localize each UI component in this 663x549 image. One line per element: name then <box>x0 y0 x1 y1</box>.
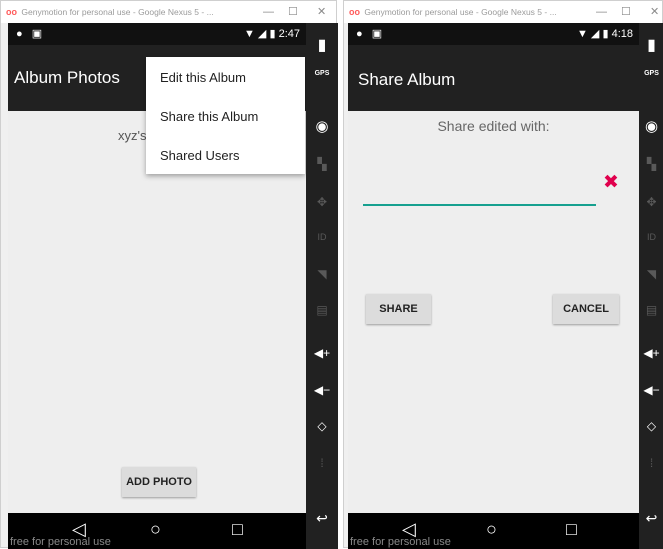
status-bar: ● ▣ ▼ ◢ ▮ 4:18 <box>348 23 639 45</box>
minimize-button[interactable]: — <box>263 1 274 23</box>
recents-icon[interactable]: □ <box>232 519 243 540</box>
input-underline <box>363 204 596 206</box>
battery-widget-icon[interactable]: ▮ <box>306 35 338 55</box>
share-user-input[interactable] <box>363 183 596 203</box>
clapper-icon: ▚ <box>317 157 327 171</box>
genymotion-sidebar: ▮ GPS ◉ ▚ ✥ ID ◥ ▤ ◀+ ◀− ◇ ⁞ ↩ <box>306 23 338 549</box>
watermark-text: free for personal use <box>10 536 111 548</box>
clapper-icon: ▚ <box>646 157 657 171</box>
scale-icon: ⁞ <box>649 456 654 470</box>
rotate-icon[interactable]: ◇ <box>639 419 663 433</box>
app-bar-title: Share Album <box>358 70 456 89</box>
rss-icon: ◥ <box>646 267 657 281</box>
location-icon: ● <box>16 28 23 40</box>
menu-item-shared-users[interactable]: Shared Users <box>160 148 239 163</box>
cancel-button[interactable]: CANCEL <box>553 294 619 324</box>
maximize-button[interactable]: ☐ <box>288 1 298 23</box>
minimize-button[interactable]: — <box>596 1 607 23</box>
rotate-icon[interactable]: ◇ <box>306 419 338 433</box>
add-photo-button[interactable]: ADD PHOTO <box>122 467 196 497</box>
signal-icon: ◢ <box>257 28 267 40</box>
status-time: 4:18 <box>611 28 633 40</box>
genymotion-sidebar: ▮ GPS ◉ ▚ ✥ ID ◥ ▤ ◀+ ◀− ◇ ⁞ ↩ <box>639 23 663 549</box>
id-icon: ID <box>317 232 327 242</box>
home-icon[interactable]: ○ <box>486 519 497 540</box>
android-screen: ● ▣ ▼ ◢ ▮ 2:47 Album Photos xyz's Edit t… <box>8 23 306 549</box>
gps-icon[interactable]: GPS <box>306 70 338 77</box>
share-button[interactable]: SHARE <box>366 294 431 324</box>
share-prompt: Share edited with: <box>437 118 550 134</box>
dpad-icon: ✥ <box>316 195 328 209</box>
wifi-icon: ▼ <box>243 28 255 40</box>
genymotion-window-left: oo Genymotion for personal use - Google … <box>0 0 338 549</box>
battery-widget-icon[interactable]: ▮ <box>639 35 663 55</box>
window-title: Genymotion for personal use - Google Nex… <box>21 7 214 17</box>
nav-bar: ◁ ○ □ free for personal use <box>8 513 306 549</box>
window-titlebar[interactable]: oo Genymotion for personal use - Google … <box>344 1 662 23</box>
signal-icon: ◢ <box>590 28 600 40</box>
back-sidebar-icon[interactable]: ↩ <box>306 510 338 527</box>
menu-item-edit-album[interactable]: Edit this Album <box>160 70 246 85</box>
camera-icon[interactable]: ◉ <box>639 117 663 135</box>
window-title: Genymotion for personal use - Google Nex… <box>364 7 557 17</box>
close-button[interactable]: ✕ <box>317 1 326 23</box>
recents-icon[interactable]: □ <box>566 519 577 540</box>
genymotion-logo: oo <box>349 7 360 17</box>
image-icon: ▣ <box>371 28 383 40</box>
volume-up-icon[interactable]: ◀+ <box>306 346 338 360</box>
sms-icon: ▤ <box>316 303 328 317</box>
rss-icon: ◥ <box>317 267 327 281</box>
album-owner-text: xyz's <box>118 128 147 143</box>
nav-bar: ◁ ○ □ free for personal use <box>348 513 639 549</box>
battery-icon: ▮ <box>602 28 609 40</box>
dpad-icon: ✥ <box>646 195 657 209</box>
genymotion-window-right: oo Genymotion for personal use - Google … <box>343 0 663 549</box>
image-icon: ▣ <box>31 28 43 40</box>
back-sidebar-icon[interactable]: ↩ <box>639 510 663 527</box>
battery-icon: ▮ <box>269 28 276 40</box>
maximize-button[interactable]: ☐ <box>621 1 631 23</box>
watermark-text: free for personal use <box>350 536 451 548</box>
menu-item-share-album[interactable]: Share this Album <box>160 109 258 124</box>
wifi-icon: ▼ <box>576 28 588 40</box>
app-bar: Share Album <box>348 45 639 111</box>
android-screen: ● ▣ ▼ ◢ ▮ 4:18 Share Album Share edited … <box>348 23 639 549</box>
volume-up-icon[interactable]: ◀+ <box>639 346 663 360</box>
close-button[interactable]: ✕ <box>650 1 659 23</box>
clear-icon[interactable]: ✖ <box>603 171 619 194</box>
genymotion-logo: oo <box>6 7 17 17</box>
camera-icon[interactable]: ◉ <box>306 117 338 135</box>
id-icon: ID <box>647 232 656 242</box>
window-titlebar[interactable]: oo Genymotion for personal use - Google … <box>1 1 336 23</box>
gps-icon[interactable]: GPS <box>639 70 663 77</box>
sms-icon: ▤ <box>645 303 658 317</box>
overflow-menu: Edit this Album Share this Album Shared … <box>146 57 305 174</box>
home-icon[interactable]: ○ <box>150 519 161 540</box>
status-time: 2:47 <box>278 28 300 40</box>
volume-down-icon[interactable]: ◀− <box>639 383 663 397</box>
app-bar-title: Album Photos <box>14 68 120 87</box>
volume-down-icon[interactable]: ◀− <box>306 383 338 397</box>
location-icon: ● <box>356 28 363 40</box>
status-bar: ● ▣ ▼ ◢ ▮ 2:47 <box>8 23 306 45</box>
scale-icon: ⁞ <box>320 456 324 470</box>
